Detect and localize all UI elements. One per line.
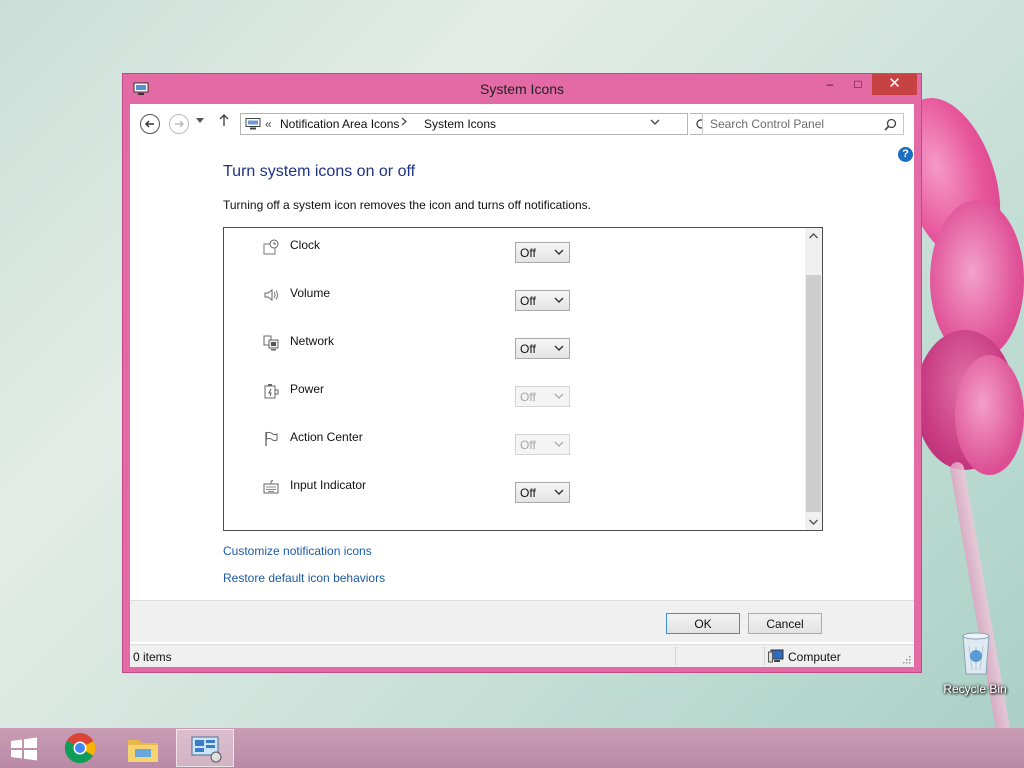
power-behavior-select: Off xyxy=(515,386,570,407)
desktop-icon-recycle-bin[interactable]: Recycle Bin xyxy=(943,630,1007,700)
chevron-down-icon xyxy=(554,249,564,255)
status-divider xyxy=(764,647,765,665)
address-history-button[interactable] xyxy=(650,117,660,130)
taskbar-control-panel-button[interactable] xyxy=(176,729,234,767)
maximize-button[interactable]: □ xyxy=(844,74,872,95)
select-value: Off xyxy=(520,390,536,404)
minimize-button[interactable]: – xyxy=(816,74,844,95)
chevron-down-icon xyxy=(554,489,564,495)
dialog-footer: OK Cancel xyxy=(130,600,914,642)
chevron-down-icon xyxy=(554,345,564,351)
power-icon xyxy=(264,384,279,399)
list-item-volume: Volume Off xyxy=(224,276,804,324)
chevron-down-icon xyxy=(554,393,564,399)
system-icon-label: Action Center xyxy=(290,430,363,444)
network-behavior-select[interactable]: Off xyxy=(515,338,570,359)
up-button[interactable] xyxy=(218,113,230,131)
arrow-right-icon xyxy=(175,120,184,128)
breadcrumb-notification-area-icons[interactable]: Notification Area Icons xyxy=(280,117,399,131)
select-value: Off xyxy=(520,294,536,308)
clock-icon xyxy=(263,239,279,255)
navigation-bar: « Notification Area Icons System Icons xyxy=(130,104,914,144)
list-item-input-indicator: Input Indicator Off xyxy=(224,468,804,516)
page-title: Turn system icons on or off xyxy=(223,163,416,180)
chrome-icon[interactable] xyxy=(64,732,96,764)
window-client-area: « Notification Area Icons System Icons ?… xyxy=(130,104,914,667)
select-value: Off xyxy=(520,438,536,452)
window-title: System Icons xyxy=(479,81,565,97)
scroll-thumb[interactable] xyxy=(806,275,821,512)
breadcrumb-separator-icon[interactable] xyxy=(401,117,407,129)
input-indicator-behavior-select[interactable]: Off xyxy=(515,482,570,503)
search-icon[interactable] xyxy=(884,118,897,131)
breadcrumb-system-icons[interactable]: System Icons xyxy=(424,117,496,131)
select-value: Off xyxy=(520,486,536,500)
status-location: Computer xyxy=(788,650,841,664)
list-item-network: Network Off xyxy=(224,324,804,372)
triangle-down-icon xyxy=(196,118,204,123)
clock-behavior-select[interactable]: Off xyxy=(515,242,570,263)
system-icon-label: Network xyxy=(290,334,335,348)
chevron-up-icon xyxy=(809,233,818,239)
volume-behavior-select[interactable]: Off xyxy=(515,290,570,311)
select-value: Off xyxy=(520,246,536,260)
forward-button[interactable] xyxy=(169,114,189,134)
list-item-action-center: Action Center Off xyxy=(224,420,804,468)
search-input[interactable] xyxy=(703,114,878,134)
arrow-up-icon xyxy=(219,114,229,126)
action-center-behavior-select: Off xyxy=(515,434,570,455)
system-icon-label: Volume xyxy=(290,286,331,300)
restore-default-behaviors-link[interactable]: Restore default icon behaviors xyxy=(223,571,385,585)
taskbar xyxy=(0,728,1024,768)
recycle-bin-label: Recycle Bin xyxy=(943,682,1007,696)
chevron-down-icon xyxy=(809,519,818,525)
list-item-power: Power Off xyxy=(224,372,804,420)
recycle-bin-icon xyxy=(962,632,990,675)
page-description: Turning off a system icon removes the ic… xyxy=(223,198,591,212)
ok-button[interactable]: OK xyxy=(666,613,740,634)
status-bar: 0 items Computer xyxy=(130,644,914,667)
cancel-button[interactable]: Cancel xyxy=(748,613,822,634)
chevron-down-icon xyxy=(554,441,564,447)
system-icons-window: System Icons – □ ✕ « Notification Area I… xyxy=(122,73,922,673)
select-value: Off xyxy=(520,342,536,356)
wallpaper-petal xyxy=(955,355,1024,475)
list-item-clock: Clock Off xyxy=(224,228,804,276)
status-divider xyxy=(675,647,676,665)
help-icon[interactable]: ? xyxy=(898,147,913,162)
control-panel-icon xyxy=(191,736,222,763)
network-icon xyxy=(263,335,279,351)
system-icons-list: Clock Off Volume Off Network Off Power O… xyxy=(223,227,823,531)
address-bar[interactable]: « Notification Area Icons System Icons xyxy=(240,113,688,135)
wallpaper-stem xyxy=(949,461,1015,759)
recent-locations-button[interactable] xyxy=(196,116,204,126)
system-icon-label: Clock xyxy=(290,238,321,252)
scroll-down-button[interactable] xyxy=(805,513,822,530)
system-icon-label: Power xyxy=(290,382,325,396)
status-item-count: 0 items xyxy=(133,650,172,664)
breadcrumb-overflow[interactable]: « xyxy=(265,117,272,131)
volume-icon xyxy=(264,289,278,301)
list-scrollbar[interactable] xyxy=(805,228,822,530)
resize-grip-icon[interactable] xyxy=(902,655,911,664)
chevron-down-icon xyxy=(650,119,660,125)
keyboard-icon xyxy=(263,480,279,494)
control-panel-icon xyxy=(245,118,261,130)
system-icon-label: Input Indicator xyxy=(290,478,367,492)
search-box xyxy=(702,113,904,135)
windows-start-icon[interactable] xyxy=(9,737,39,761)
flag-icon xyxy=(265,431,278,446)
back-button[interactable] xyxy=(140,114,160,134)
chevron-down-icon xyxy=(554,297,564,303)
close-button[interactable]: ✕ xyxy=(872,74,917,95)
scroll-up-button[interactable] xyxy=(805,228,822,245)
computer-icon xyxy=(768,649,784,663)
arrow-left-icon xyxy=(145,120,154,128)
file-explorer-icon[interactable] xyxy=(126,734,160,764)
title-bar[interactable]: System Icons – □ ✕ xyxy=(123,74,921,104)
customize-notification-icons-link[interactable]: Customize notification icons xyxy=(223,544,372,558)
